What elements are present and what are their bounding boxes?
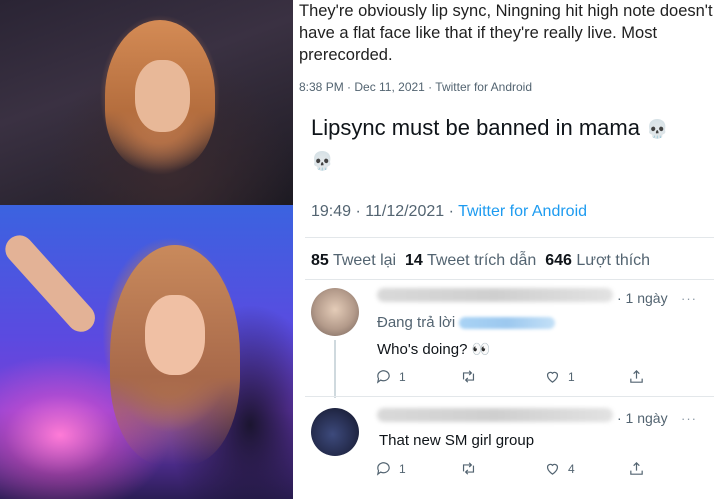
skull-emoji-2: 💀 bbox=[311, 151, 334, 171]
divider bbox=[305, 279, 714, 280]
blurred-username[interactable] bbox=[377, 408, 613, 422]
like-count: 4 bbox=[568, 461, 575, 476]
reply-text-body: Who's doing? bbox=[377, 341, 468, 358]
reply-time[interactable]: · 1 ngày bbox=[617, 290, 668, 306]
reply-tweet[interactable]: · 1 ngày ··· Đang trả lời Who's doing? 👀… bbox=[305, 284, 715, 400]
reply-time[interactable]: · 1 ngày bbox=[617, 410, 668, 426]
share-action[interactable] bbox=[628, 460, 645, 477]
photo-arm bbox=[0, 229, 101, 338]
main-tweet-text: Lipsync must be banned in mama 💀 💀 bbox=[311, 112, 711, 176]
photo-face bbox=[145, 295, 205, 375]
main-tweet-meta: 19:49 · 11/12/2021 · Twitter for Android bbox=[311, 203, 587, 221]
likes-count[interactable]: 646 bbox=[545, 252, 572, 269]
likes-label[interactable]: Lượt thích bbox=[576, 252, 650, 269]
heart-icon bbox=[546, 463, 559, 475]
main-tweet-time[interactable]: 19:49 · 11/12/2021 · bbox=[311, 203, 458, 220]
reply-actions: 1 1 bbox=[375, 368, 645, 385]
retweet-arrows-icon bbox=[462, 370, 475, 383]
blurred-handle[interactable] bbox=[459, 317, 556, 330]
like-action[interactable]: 1 bbox=[544, 368, 628, 385]
retweets-label[interactable]: Tweet lại bbox=[333, 252, 396, 269]
avatar[interactable] bbox=[311, 288, 359, 336]
replying-to: Đang trả lời bbox=[377, 314, 556, 331]
tweet-source-link[interactable]: Twitter for Android bbox=[458, 203, 587, 220]
quotes-count[interactable]: 14 bbox=[405, 252, 423, 269]
skull-emoji-1: 💀 bbox=[646, 119, 669, 139]
reply-text: That new SM girl group bbox=[379, 432, 535, 449]
reply-action[interactable]: 1 bbox=[375, 460, 460, 477]
avatar[interactable] bbox=[311, 408, 359, 456]
share-upload-icon bbox=[630, 461, 643, 475]
like-action[interactable]: 4 bbox=[544, 460, 628, 477]
reply-bubble-icon bbox=[376, 370, 390, 384]
divider bbox=[305, 237, 714, 238]
more-options-icon[interactable]: ··· bbox=[681, 411, 697, 426]
retweet-action[interactable] bbox=[460, 368, 544, 385]
reply-actions: 1 4 bbox=[375, 460, 645, 477]
thread-line bbox=[334, 340, 336, 398]
tweet-panel: They're obviously lip sync, Ningning hit… bbox=[293, 0, 720, 499]
performance-photo-bottom bbox=[0, 205, 293, 499]
reply-text: Who's doing? 👀 bbox=[377, 340, 490, 358]
more-options-icon[interactable]: ··· bbox=[681, 291, 697, 306]
performance-photo-top bbox=[0, 0, 293, 205]
reply-action[interactable]: 1 bbox=[375, 368, 460, 385]
quotes-label[interactable]: Tweet trích dẫn bbox=[427, 252, 536, 269]
share-upload-icon bbox=[630, 369, 643, 383]
blurred-username[interactable] bbox=[377, 288, 613, 302]
photo-face bbox=[135, 60, 190, 132]
divider bbox=[305, 396, 714, 397]
reply-tweet[interactable]: · 1 ngày ··· That new SM girl group 1 4 bbox=[305, 402, 715, 498]
tweet-stats: 85 Tweet lại 14 Tweet trích dẫn 646 Lượt… bbox=[311, 252, 650, 270]
reply-bubble-icon bbox=[376, 462, 390, 476]
retweet-action[interactable] bbox=[460, 460, 544, 477]
quoted-tweet-timestamp[interactable]: 8:38 PM · Dec 11, 2021 · Twitter for And… bbox=[299, 80, 532, 94]
main-tweet-body: Lipsync must be banned in mama bbox=[311, 115, 640, 140]
heart-icon bbox=[546, 371, 559, 383]
like-count: 1 bbox=[568, 369, 575, 384]
quoted-tweet-text: They're obviously lip sync, Ningning hit… bbox=[299, 2, 713, 64]
share-action[interactable] bbox=[628, 368, 645, 385]
eyes-emoji: 👀 bbox=[471, 341, 491, 358]
reply-count: 1 bbox=[399, 369, 406, 384]
retweets-count[interactable]: 85 bbox=[311, 252, 329, 269]
reply-count: 1 bbox=[399, 461, 406, 476]
replying-to-label: Đang trả lời bbox=[377, 314, 456, 331]
retweet-arrows-icon bbox=[462, 462, 475, 475]
